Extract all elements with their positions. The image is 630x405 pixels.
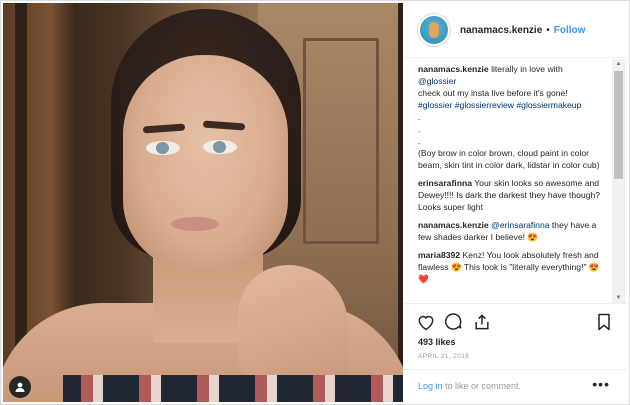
post-photo[interactable] <box>3 3 403 402</box>
comment-icon[interactable] <box>444 312 466 334</box>
comment-item: erinsarafinna Your skin looks so awesome… <box>418 177 610 213</box>
post-footer: Log in to like or comment. ••• <box>404 369 628 403</box>
photo-right-eye <box>203 140 237 154</box>
post-container: nanamacs.kenzie • Follow nanamacs.kenzie… <box>0 0 630 405</box>
caption-dot-2: . <box>418 124 421 134</box>
caption-dot-3: . <box>418 136 421 146</box>
photo-lips <box>171 217 219 231</box>
header-username[interactable]: nanamacs.kenzie <box>460 25 542 36</box>
photo-face <box>123 55 288 270</box>
post-side-panel: nanamacs.kenzie • Follow nanamacs.kenzie… <box>404 3 628 402</box>
comment-author[interactable]: maria8392 <box>418 250 460 260</box>
caption-text-2: check out my insta live before it's gone… <box>418 88 568 98</box>
caption-details: (Boy brow in color brown, cloud paint in… <box>418 148 600 170</box>
bookmark-icon[interactable] <box>594 312 616 334</box>
comment-item: maria8392 Kenz! You look absolutely fres… <box>418 249 610 285</box>
comments-scrollbar[interactable]: ▲ ▼ <box>612 59 625 303</box>
scroll-down-icon[interactable]: ▼ <box>612 293 625 303</box>
likes-count[interactable]: 493 likes <box>418 337 456 347</box>
caption-hashtags[interactable]: #glossier #glossierreview #glossiermakeu… <box>418 100 581 110</box>
post-header: nanamacs.kenzie • Follow <box>404 3 628 58</box>
caption-author[interactable]: nanamacs.kenzie <box>418 64 489 74</box>
caption: nanamacs.kenzie literally in love with @… <box>418 63 610 171</box>
share-icon[interactable] <box>472 312 494 334</box>
login-rest: to like or comment. <box>442 381 522 391</box>
photo-door-panel <box>303 38 379 244</box>
post-date[interactable]: APRIL 21, 2018 <box>418 353 469 360</box>
caption-dot-1: . <box>418 112 421 122</box>
header-separator: • <box>546 24 550 36</box>
scrollbar-thumb[interactable] <box>614 71 623 179</box>
user-icon[interactable] <box>9 376 31 398</box>
avatar[interactable] <box>418 14 450 46</box>
login-link[interactable]: Log in <box>418 381 443 391</box>
photo-left-eye <box>146 141 180 155</box>
follow-button[interactable]: Follow <box>554 25 586 36</box>
caption-text-1: literally in love with <box>488 64 563 74</box>
comment-item: nanamacs.kenzie @erinsarafinna they have… <box>418 219 610 243</box>
comments-list[interactable]: nanamacs.kenzie literally in love with @… <box>418 63 610 300</box>
comment-author[interactable]: nanamacs.kenzie <box>418 220 489 230</box>
comment-mention[interactable]: @erinsarafinna <box>491 220 549 230</box>
caption-mention[interactable]: @glossier <box>418 76 456 86</box>
comment-author[interactable]: erinsarafinna <box>418 178 472 188</box>
more-options-icon[interactable]: ••• <box>592 376 610 392</box>
login-prompt: Log in to like or comment. <box>418 381 521 391</box>
scroll-up-icon[interactable]: ▲ <box>612 59 625 69</box>
photo-floral-top <box>63 375 403 402</box>
heart-icon[interactable] <box>416 312 438 334</box>
